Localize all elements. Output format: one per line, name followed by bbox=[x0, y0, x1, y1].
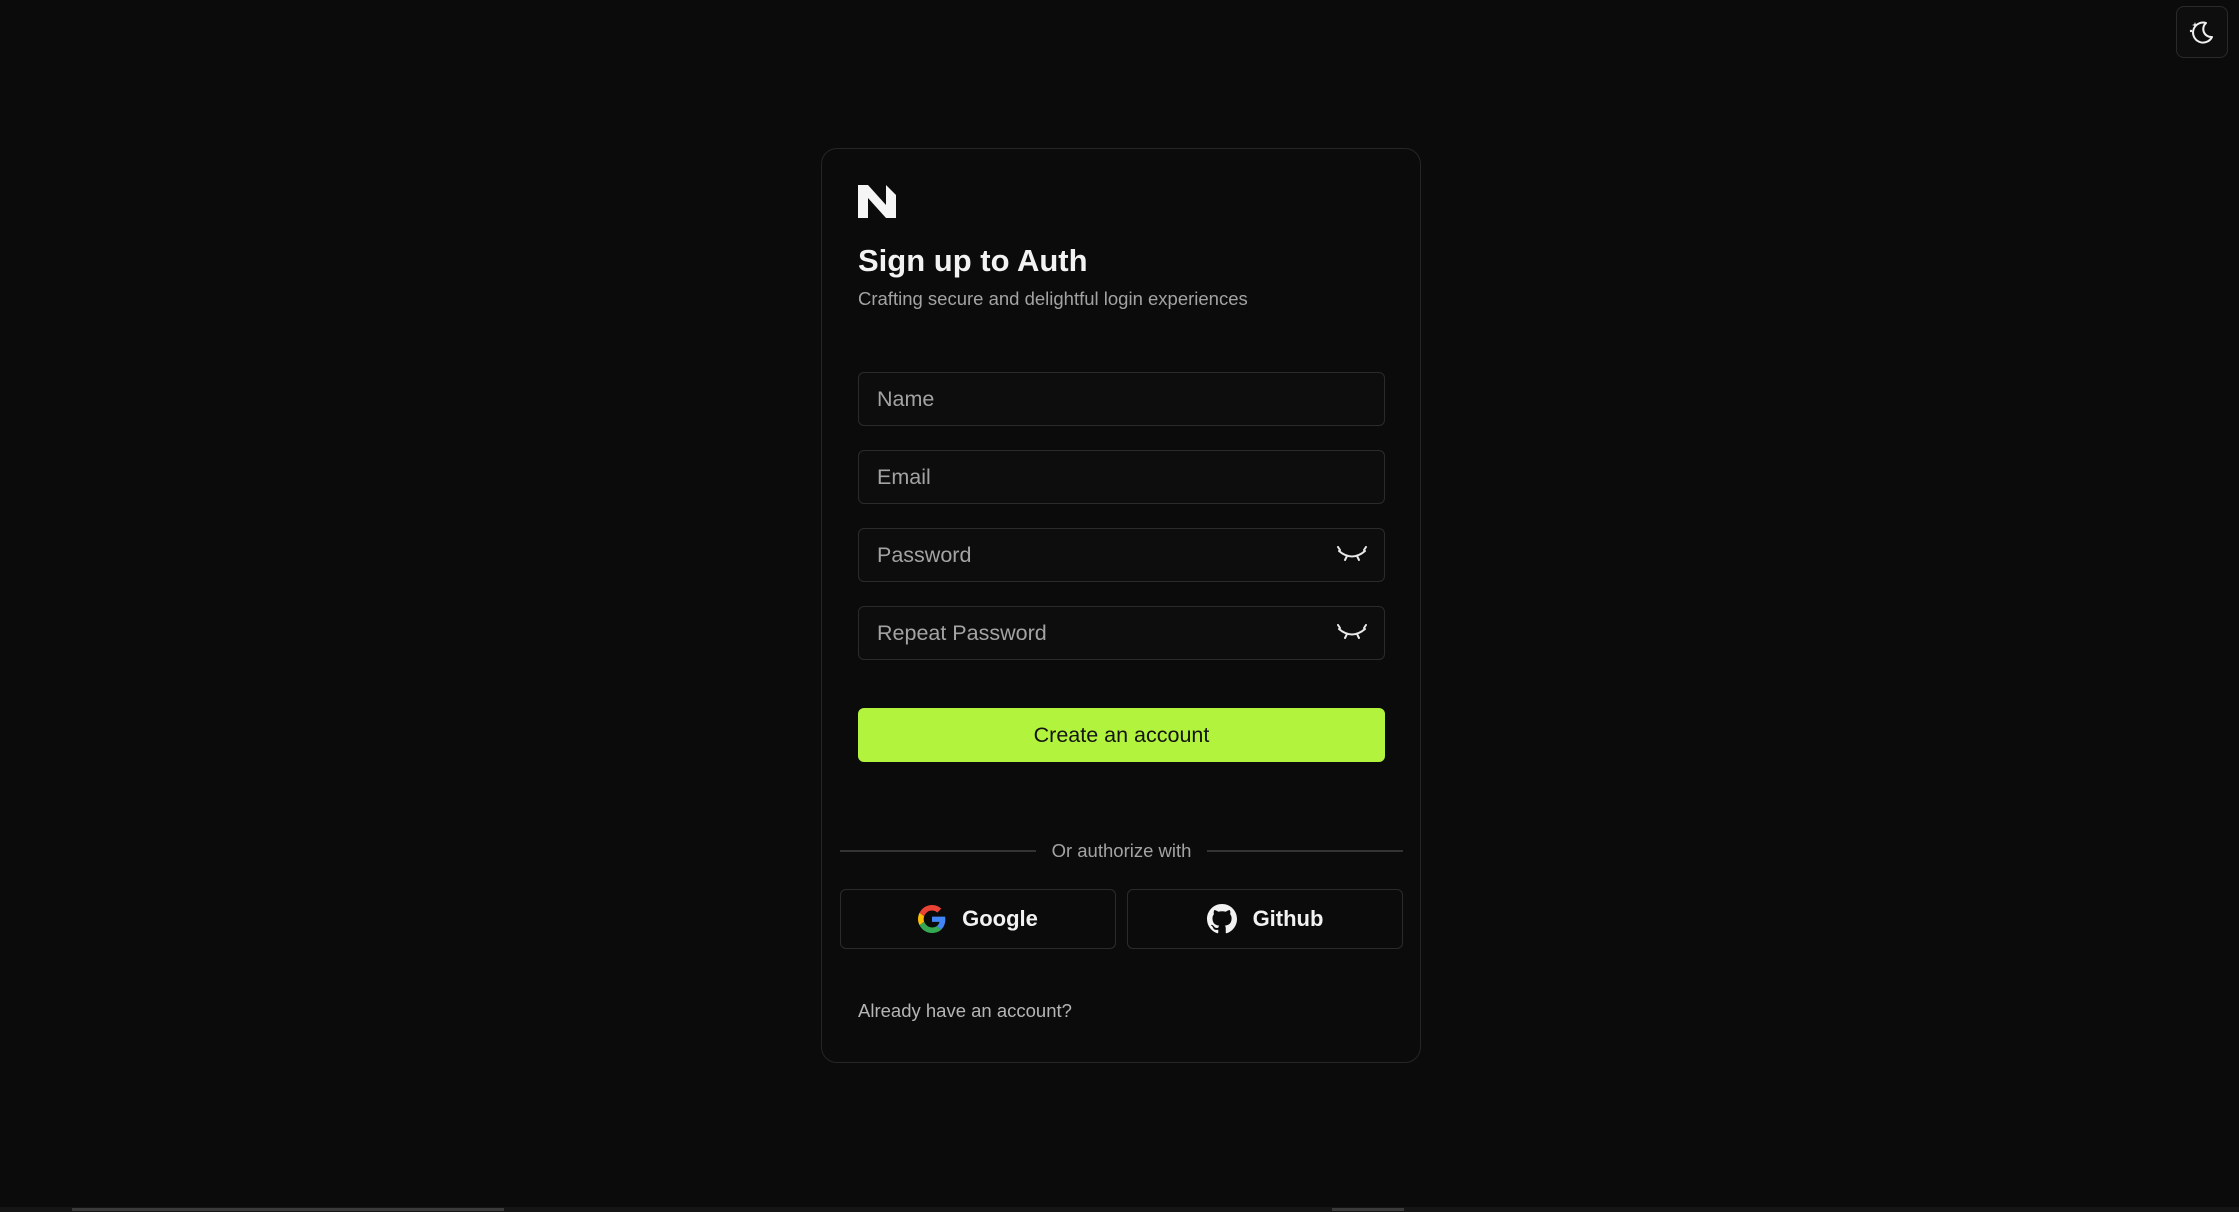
bottom-edge-segment bbox=[72, 1208, 504, 1211]
repeat-password-visibility-toggle[interactable] bbox=[1336, 621, 1368, 647]
divider-line-left bbox=[840, 850, 1036, 852]
brand-logo-icon bbox=[858, 185, 896, 218]
eye-closed-icon bbox=[1337, 546, 1367, 561]
password-input[interactable] bbox=[859, 529, 1384, 581]
github-auth-button[interactable]: Github bbox=[1127, 889, 1403, 949]
google-icon bbox=[918, 905, 946, 933]
page-title: Sign up to Auth bbox=[858, 243, 1088, 278]
github-auth-label: Github bbox=[1252, 906, 1324, 931]
bottom-edge-segment bbox=[1332, 1208, 1404, 1211]
name-field[interactable] bbox=[858, 372, 1385, 426]
password-visibility-toggle[interactable] bbox=[1336, 543, 1368, 569]
page-subtitle: Crafting secure and delightful login exp… bbox=[858, 288, 1248, 309]
signin-link[interactable]: Already have an account? bbox=[858, 999, 1072, 1023]
theme-toggle-button[interactable] bbox=[2176, 6, 2228, 58]
divider-line-right bbox=[1207, 850, 1403, 852]
google-auth-label: Google bbox=[962, 906, 1038, 931]
signup-card: Sign up to Auth Crafting secure and deli… bbox=[821, 148, 1421, 1063]
password-field[interactable] bbox=[858, 528, 1385, 582]
eye-closed-icon bbox=[1337, 624, 1367, 639]
repeat-password-input[interactable] bbox=[859, 607, 1384, 659]
create-account-button[interactable]: Create an account bbox=[858, 708, 1385, 762]
divider-text: Or authorize with bbox=[1051, 840, 1192, 861]
name-input[interactable] bbox=[859, 373, 1384, 425]
moon-stars-icon bbox=[2189, 21, 2213, 44]
email-field[interactable] bbox=[858, 450, 1385, 504]
github-icon bbox=[1206, 904, 1237, 934]
repeat-password-field[interactable] bbox=[858, 606, 1385, 660]
email-input[interactable] bbox=[859, 451, 1384, 503]
google-auth-button[interactable]: Google bbox=[840, 889, 1116, 949]
oauth-divider: Or authorize with bbox=[840, 838, 1403, 864]
